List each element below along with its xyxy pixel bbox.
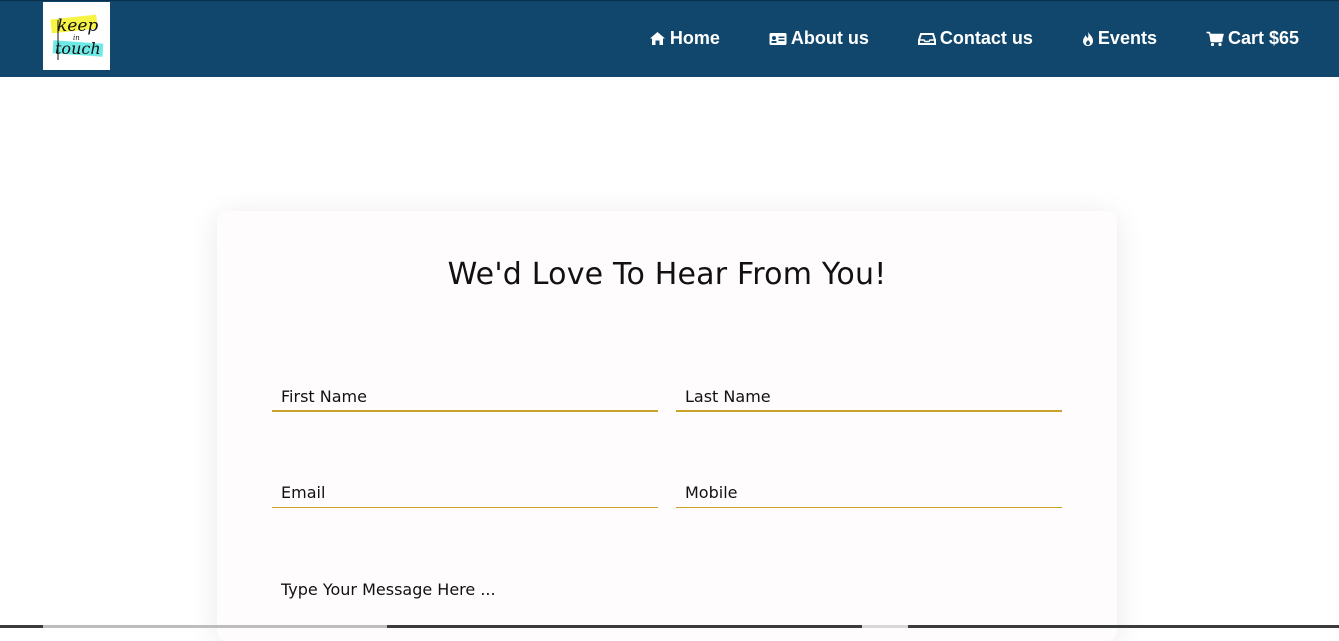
svg-text:touch: touch <box>55 39 101 58</box>
nav-events-label: Events <box>1097 28 1157 48</box>
first-name-field[interactable]: First Name <box>272 382 658 412</box>
form-title: We'd Love To Hear From You! <box>447 257 887 292</box>
first-name-placeholder: First Name <box>281 387 367 406</box>
nav-cart[interactable]: Cart $65 <box>1206 28 1299 49</box>
nav-home[interactable]: Home <box>649 28 720 49</box>
mobile-placeholder: Mobile <box>685 483 738 502</box>
mobile-field[interactable]: Mobile <box>676 478 1062 508</box>
nav-contact-us-label: Contact us <box>939 28 1033 48</box>
nav-events[interactable]: Events <box>1082 28 1157 49</box>
nav-about-us[interactable]: About us <box>769 28 869 49</box>
email-placeholder: Email <box>281 483 326 502</box>
last-name-placeholder: Last Name <box>685 387 771 406</box>
id-card-icon <box>769 32 787 45</box>
message-textarea[interactable]: Type Your Message Here ... <box>281 580 496 599</box>
email-field[interactable]: Email <box>272 478 658 508</box>
nav-cart-label: Cart $65 <box>1227 28 1299 48</box>
keep-in-touch-logo[interactable]: keep in touch <box>43 2 110 70</box>
last-name-field[interactable]: Last Name <box>676 382 1062 412</box>
nav-home-label: Home <box>669 28 720 48</box>
inbox-icon <box>917 33 936 45</box>
fire-icon <box>1082 31 1093 46</box>
contact-form-card: We'd Love To Hear From You! First Name L… <box>217 211 1117 641</box>
navbar: keep in touch Home About us Contact us E… <box>0 0 1339 77</box>
svg-text:keep: keep <box>57 16 98 36</box>
main-nav: Home About us Contact us Events Cart $65 <box>649 1 1299 78</box>
nav-about-us-label: About us <box>790 28 869 48</box>
message-placeholder: Type Your Message Here ... <box>281 580 496 599</box>
home-icon <box>649 32 665 45</box>
nav-contact-us[interactable]: Contact us <box>917 28 1033 49</box>
cart-icon <box>1206 31 1224 46</box>
